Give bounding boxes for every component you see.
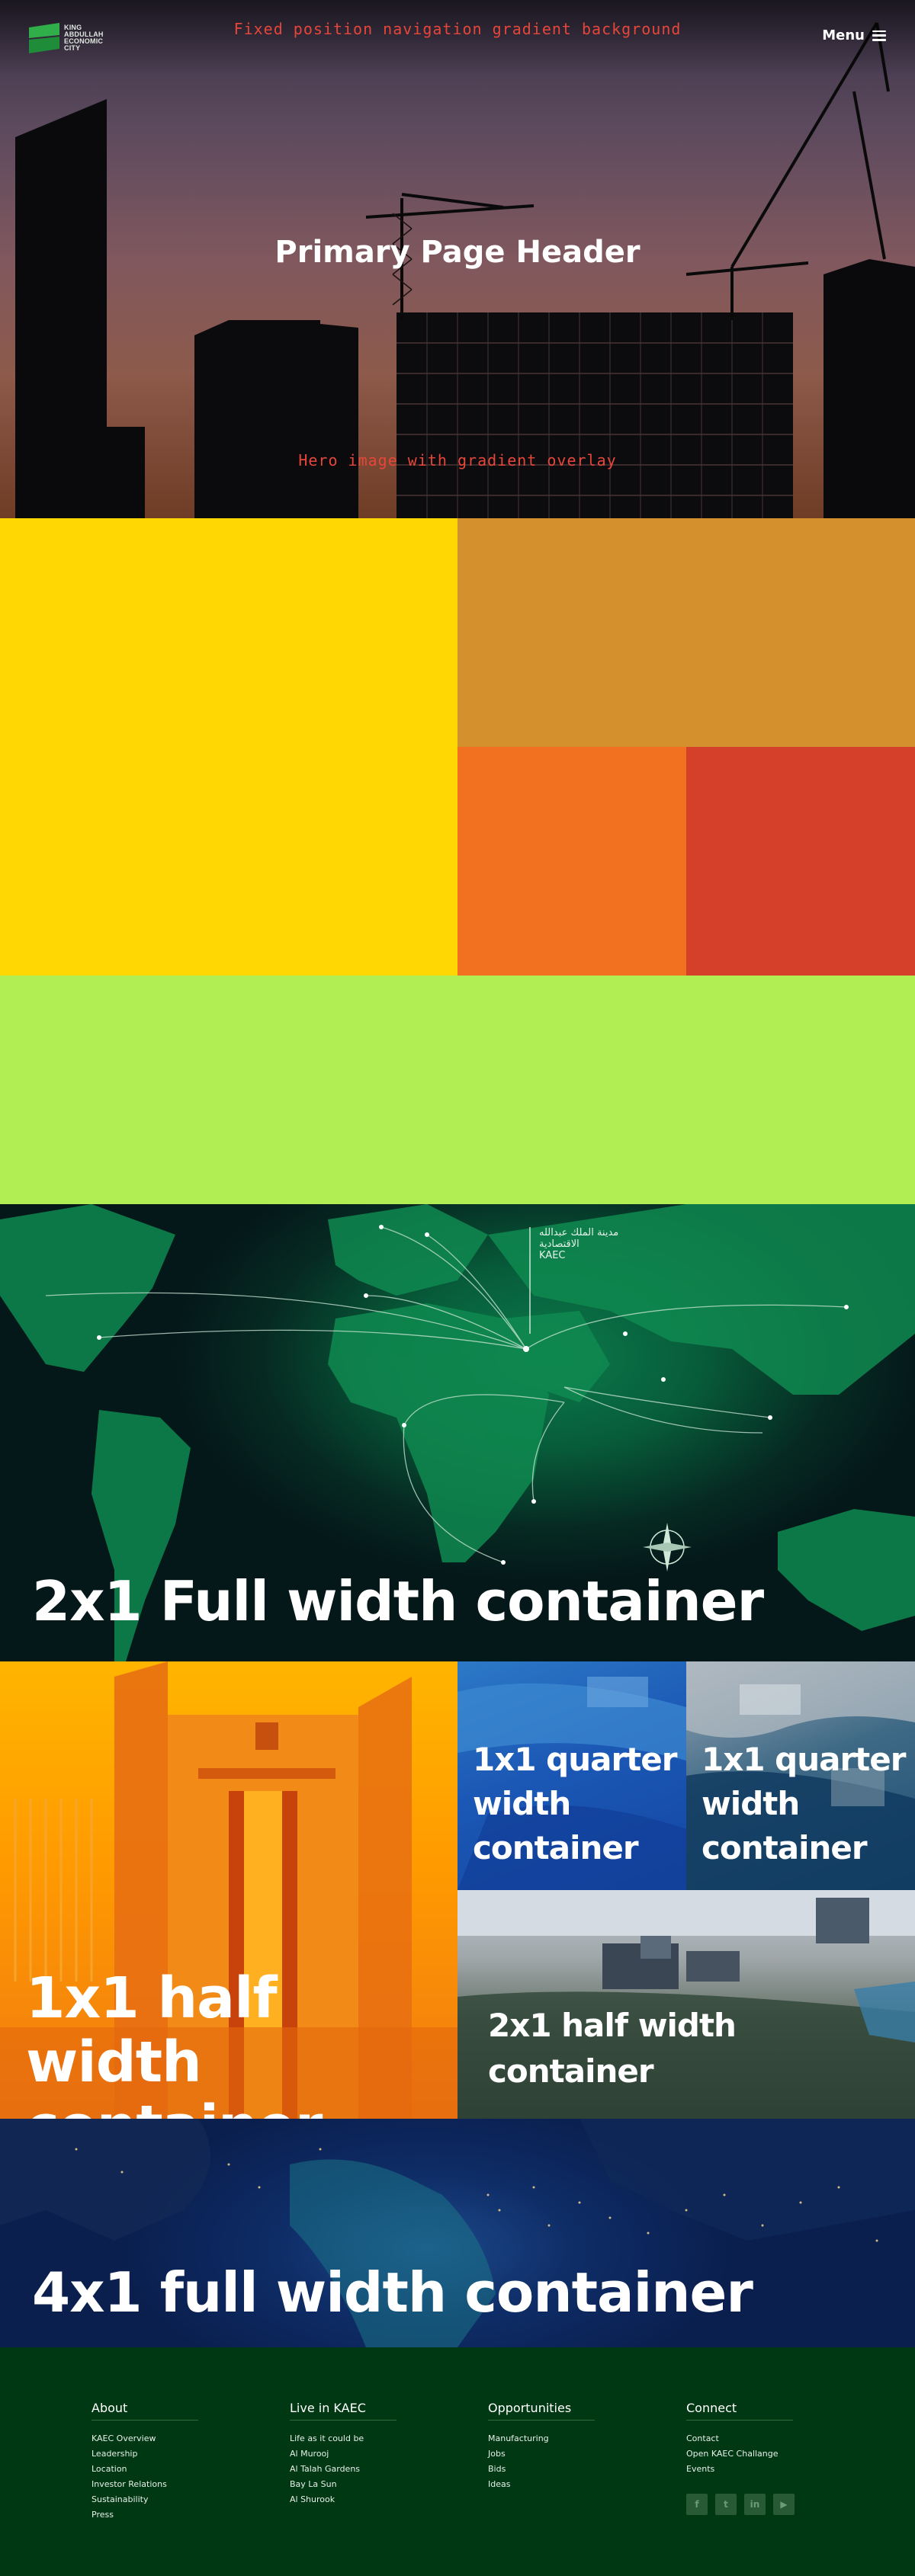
facebook-icon[interactable]: f bbox=[686, 2494, 708, 2515]
gold-block bbox=[458, 518, 915, 747]
map-tile-label: 2x1 Full width container bbox=[32, 1569, 764, 1633]
footer-link[interactable]: Ideas bbox=[488, 2477, 640, 2492]
quarter-tile-1[interactable]: 1x1 quarter width container bbox=[458, 1661, 686, 1890]
footer-link[interactable]: Al Murooj bbox=[290, 2446, 442, 2462]
menu-button[interactable]: Menu bbox=[822, 27, 886, 43]
footer-link[interactable]: Contact bbox=[686, 2431, 839, 2446]
nav-annotation: Fixed position navigation gradient backg… bbox=[233, 20, 682, 38]
footer-link[interactable]: Location bbox=[92, 2462, 244, 2477]
quarter-tile-1-label: 1x1 quarter width container bbox=[473, 1741, 677, 1866]
footer-link[interactable]: Investor Relations bbox=[92, 2477, 244, 2492]
hero-annotation: Hero image with gradient overlay bbox=[298, 451, 617, 469]
orange-block bbox=[458, 747, 686, 976]
top-navigation: KING ABDULLAH ECONOMIC CITY Fixed positi… bbox=[0, 0, 915, 76]
footer-link[interactable]: Press bbox=[92, 2507, 244, 2523]
twitter-icon[interactable]: t bbox=[715, 2494, 737, 2515]
footer-column-connect: Connect Contact Open KAEC Challange Even… bbox=[686, 2401, 839, 2515]
footer-link[interactable]: Sustainability bbox=[92, 2492, 244, 2507]
linkedin-icon[interactable]: in bbox=[744, 2494, 766, 2515]
hamburger-icon bbox=[872, 30, 886, 41]
footer-link[interactable]: Events bbox=[686, 2462, 839, 2477]
footer-link[interactable]: Bay La Sun bbox=[290, 2477, 442, 2492]
quarter-tile-2-label: 1x1 quarter width container bbox=[702, 1741, 906, 1866]
yellow-block bbox=[0, 518, 458, 976]
night-tile-label: 4x1 full width container bbox=[32, 2260, 753, 2324]
footer-column-live-in-kaec: Live in KAEC Life as it could be Al Muro… bbox=[290, 2401, 442, 2507]
footer-link[interactable]: Jobs bbox=[488, 2446, 640, 2462]
footer-link[interactable]: KAEC Overview bbox=[92, 2431, 244, 2446]
aerial-tile[interactable]: 2x1 half width container bbox=[458, 1890, 915, 2119]
menu-label: Menu bbox=[822, 27, 865, 43]
footer-column-about: About KAEC Overview Leadership Location … bbox=[92, 2401, 244, 2523]
red-block bbox=[686, 747, 915, 976]
night-tile[interactable]: 4x1 full width container bbox=[0, 2119, 915, 2347]
youtube-icon[interactable]: ▶ bbox=[773, 2494, 795, 2515]
footer-link[interactable]: Al Talah Gardens bbox=[290, 2462, 442, 2477]
lime-block bbox=[0, 976, 915, 1204]
map-caption: مدينة الملك عبدالله الاقتصادية KAEC bbox=[539, 1227, 619, 1261]
footer-link[interactable]: Leadership bbox=[92, 2446, 244, 2462]
footer-link[interactable]: Life as it could be bbox=[290, 2431, 442, 2446]
page-title: Primary Page Header bbox=[274, 235, 640, 270]
social-links: f t in ▶ bbox=[686, 2494, 839, 2515]
footer-link[interactable]: Manufacturing bbox=[488, 2431, 640, 2446]
footer-link[interactable]: Open KAEC Challange bbox=[686, 2446, 839, 2462]
footer-column-title: Live in KAEC bbox=[290, 2401, 396, 2421]
footer-column-opportunities: Opportunities Manufacturing Jobs Bids Id… bbox=[488, 2401, 640, 2492]
building-tile-label: 1x1 half width container bbox=[26, 1966, 323, 2119]
footer-link[interactable]: Al Shurook bbox=[290, 2492, 442, 2507]
compass-icon bbox=[643, 1523, 692, 1572]
hero: Primary Page Header Hero image with grad… bbox=[0, 0, 915, 518]
footer-column-title: Connect bbox=[686, 2401, 793, 2421]
building-tile[interactable]: 1x1 half width container bbox=[0, 1661, 458, 2119]
footer-column-title: Opportunities bbox=[488, 2401, 595, 2421]
aerial-tile-label: 2x1 half width container bbox=[488, 2007, 737, 2090]
footer: About KAEC Overview Leadership Location … bbox=[0, 2347, 915, 2576]
map-tile[interactable]: مدينة الملك عبدالله الاقتصادية KAEC 2x1 … bbox=[0, 1204, 915, 1661]
quarter-tile-2[interactable]: 1x1 quarter width container bbox=[686, 1661, 915, 1890]
footer-column-title: About bbox=[92, 2401, 198, 2421]
footer-link[interactable]: Bids bbox=[488, 2462, 640, 2477]
